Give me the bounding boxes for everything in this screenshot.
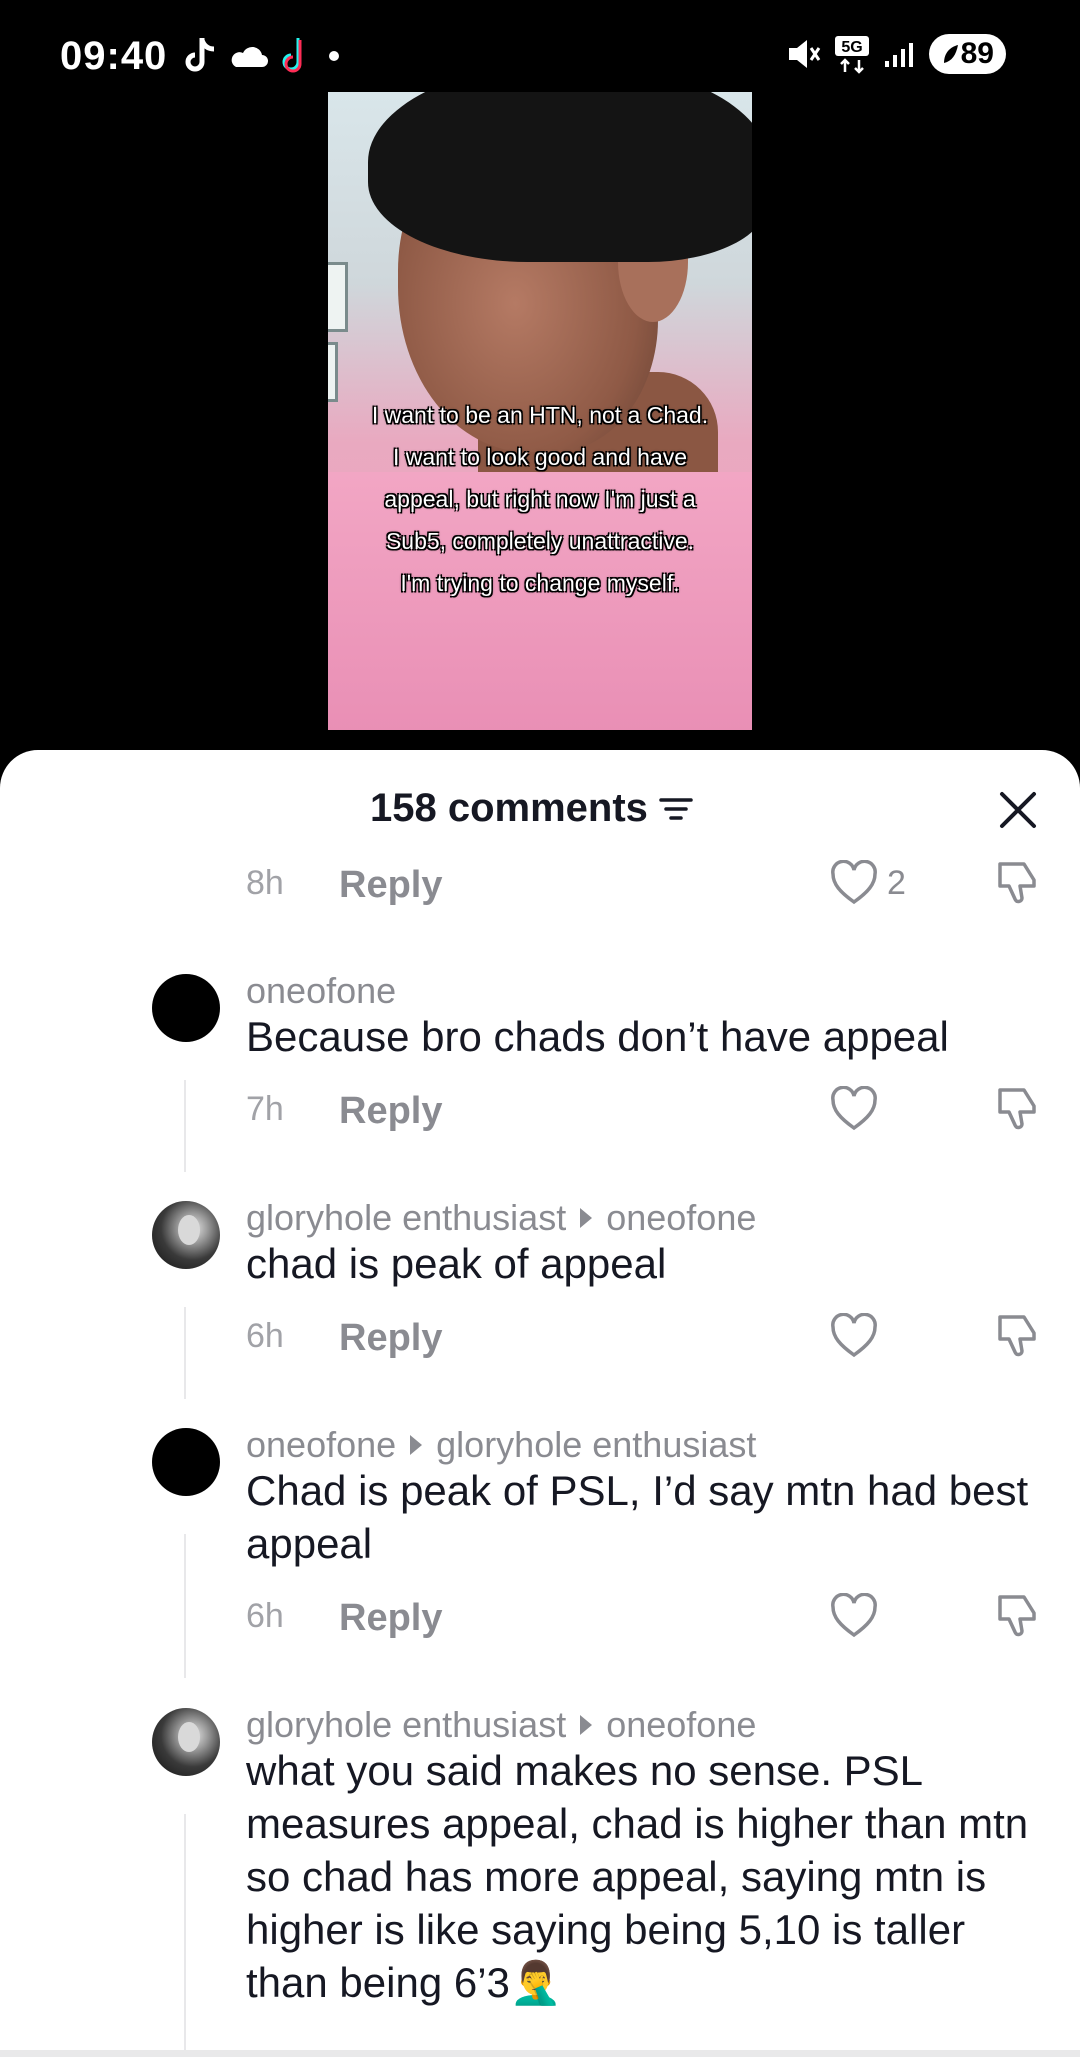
close-icon[interactable] [996,788,1040,832]
dot-icon [329,51,339,61]
dislike-icon[interactable] [992,1313,1040,1359]
comment-time: 6h [246,1597,284,1635]
battery-leaf-icon [943,45,958,63]
sort-filter-icon [659,797,693,820]
caption-line: I'm trying to change myself. [400,570,680,596]
comment-time: 8h [246,864,284,902]
tiktok-outline-icon [282,38,302,73]
avatar[interactable] [152,1201,220,1269]
status-system-icons: 5G 89 [785,34,1006,74]
video-hair [368,92,752,262]
svg-text:5G: 5G [841,39,862,56]
reply-arrow-icon [410,1435,423,1455]
video-player[interactable]: I want to be an HTN, not a Chad. I want … [0,92,1080,752]
comment-time: 6h [246,1317,284,1355]
dislike-icon[interactable] [992,1593,1040,1639]
comments-header: 158 comments [0,750,1080,860]
comment-actions-row: 8h Reply 2 [0,860,1080,914]
status-time: 09:40 [60,34,168,78]
heart-icon[interactable] [830,1313,878,1359]
reply-button[interactable]: Reply [339,1317,442,1360]
reply-to-label: gloryhole enthusiast [436,1424,757,1465]
username-label: oneofone [246,970,397,1011]
reply-button[interactable]: Reply [339,1597,442,1640]
tiktok-icon [185,38,215,72]
battery-level: 89 [960,37,994,70]
dislike-icon[interactable] [992,1086,1040,1132]
comment-text: Chad is peak of PSL, I’d say mtn had bes… [246,1467,1029,1567]
comment-actions-row: 6h Reply [0,1593,1080,1647]
comment-text: Because bro chads don’t have appeal [246,1013,949,1060]
thread-line [184,1814,186,2054]
cloud-icon [231,46,268,67]
avatar[interactable] [152,974,220,1042]
comment-username[interactable]: gloryhole enthusiast oneofone [246,1197,756,1239]
caption-line: I want to be an HTN, not a Chad. [371,402,709,428]
reply-button[interactable]: Reply [339,1090,442,1133]
comment-username[interactable]: oneofone gloryhole enthusiast [246,1424,756,1466]
reply-to-label: oneofone [606,1197,757,1238]
status-bar: 09:40 5G 89 [0,0,1080,92]
username-label: oneofone [246,1424,397,1465]
caption-line: appeal, but right now I'm just a [384,486,696,512]
signal-icon [884,43,913,67]
comment-text: chad is peak of appeal [246,1240,667,1287]
reply-arrow-icon [580,1208,593,1228]
wall-socket [328,262,348,332]
network-5g-icon: 5G [834,36,869,74]
comment-time: 7h [246,1090,284,1128]
comment-text: what you said makes no sense. PSL measur… [246,1747,1029,2006]
reply-button[interactable]: Reply [339,864,442,907]
caption-line: I want to look good and have [392,444,688,470]
status-notification-icons [182,36,344,76]
heart-icon[interactable] [830,1593,878,1639]
video-frame: I want to be an HTN, not a Chad. I want … [328,92,752,730]
caption-line: Sub5, completely unattractive. [385,528,695,554]
comment-username[interactable]: gloryhole enthusiast oneofone [246,1704,756,1746]
avatar[interactable] [152,1428,220,1496]
comment-actions-row: 6h Reply [0,1313,1080,1367]
video-caption: I want to be an HTN, not a Chad. I want … [328,394,752,604]
comment-username[interactable]: oneofone [246,970,396,1012]
reply-arrow-icon [580,1715,593,1735]
battery-indicator: 89 [928,34,1006,74]
heart-icon[interactable] [830,1086,878,1132]
avatar[interactable] [152,1708,220,1776]
comments-sheet: 158 comments 8h Reply 2 oneofone Because… [0,750,1080,2057]
comments-title: 158 comments [370,786,648,830]
comments-count-button[interactable]: 158 comments [370,786,694,831]
sheet-bottom-divider [0,2050,1080,2057]
dislike-icon[interactable] [992,860,1040,906]
reply-to-label: oneofone [606,1704,757,1745]
like-count: 2 [887,864,906,902]
wall-plate [328,342,338,402]
comment-actions-row: 7h Reply [0,1086,1080,1140]
heart-icon[interactable] [830,860,878,906]
username-label: gloryhole enthusiast [246,1704,567,1745]
username-label: gloryhole enthusiast [246,1197,567,1238]
mute-icon [788,40,820,68]
